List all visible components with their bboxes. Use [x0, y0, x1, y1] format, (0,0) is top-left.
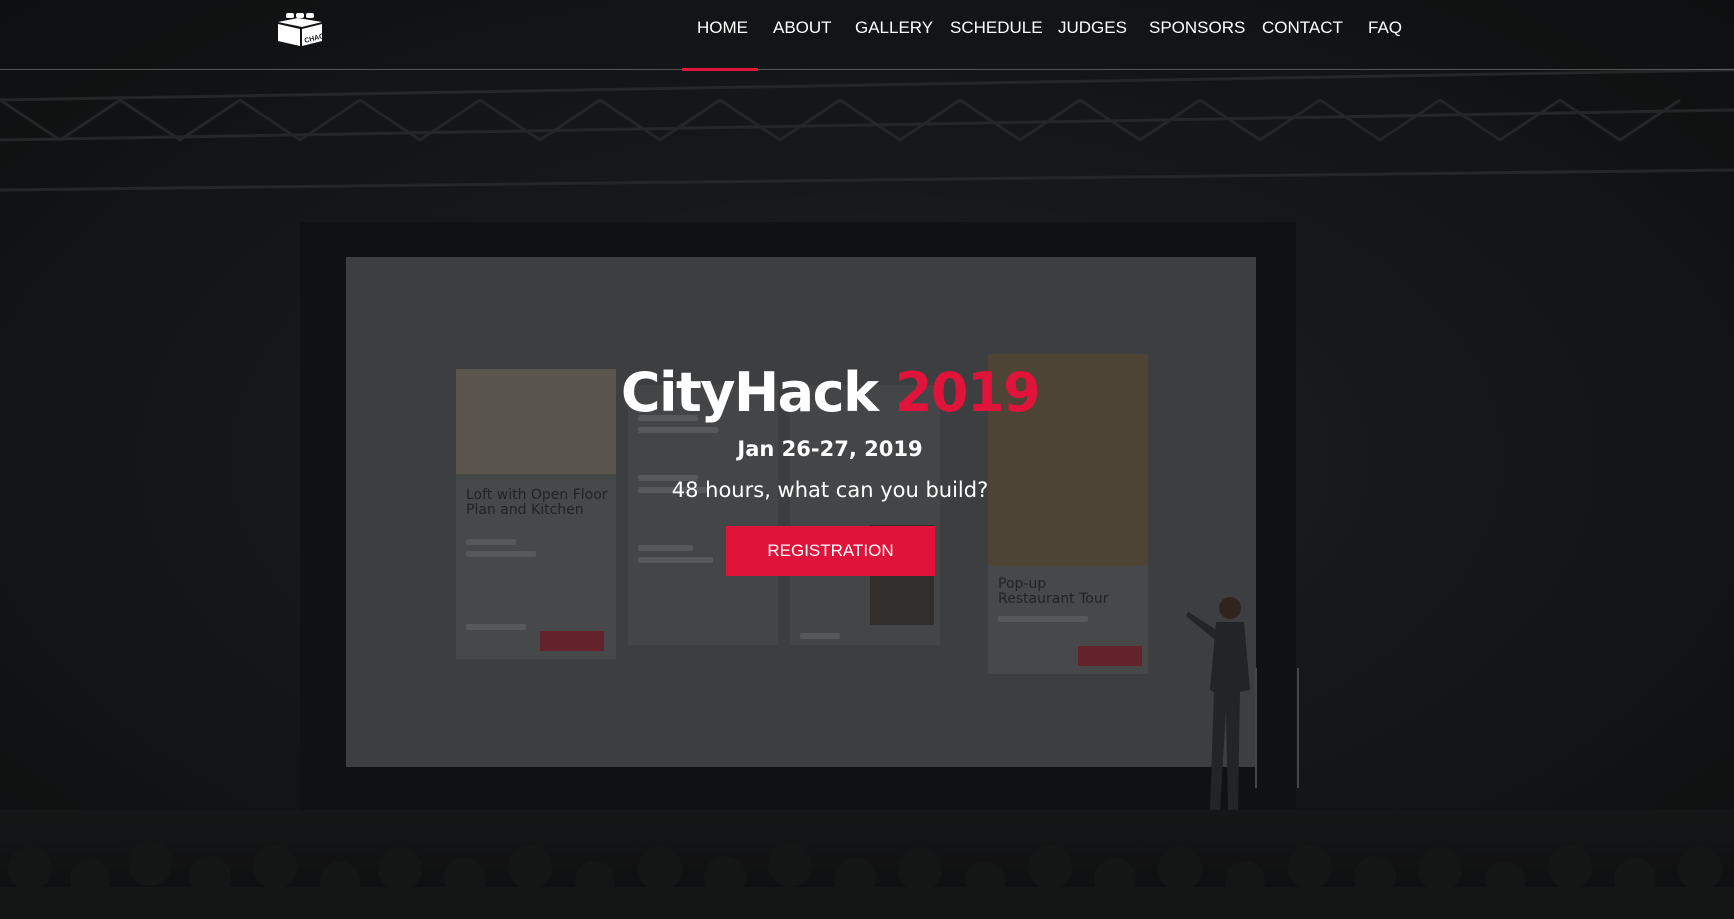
nav-active-indicator	[682, 68, 758, 71]
hero-title-year: 2019	[894, 361, 1041, 424]
hero-title-brand: CityHack	[620, 361, 879, 424]
nav-item-schedule[interactable]: SCHEDULE	[950, 18, 1043, 38]
nav-item-contact[interactable]: CONTACT	[1262, 18, 1343, 38]
nav-item-faq[interactable]: FAQ	[1368, 18, 1402, 38]
hero-title: CityHack 2019	[0, 358, 1660, 428]
registration-button[interactable]: REGISTRATION	[726, 526, 935, 576]
site-header: CHACK HOME ABOUT GALLERY SCHEDULE JUDGES…	[0, 0, 1734, 71]
nav-item-sponsors[interactable]: SPONSORS	[1149, 18, 1245, 38]
event-date: Jan 26-27, 2019	[737, 437, 923, 461]
site-logo[interactable]: CHACK	[276, 10, 330, 48]
nav-item-home[interactable]: HOME	[697, 18, 748, 38]
logo-blocks-icon: CHACK	[278, 13, 330, 46]
nav-item-judges[interactable]: JUDGES	[1058, 18, 1127, 38]
hero-tagline: 48 hours, what can you build?	[671, 478, 989, 502]
nav-item-about[interactable]: ABOUT	[773, 18, 832, 38]
nav-item-gallery[interactable]: GALLERY	[855, 18, 933, 38]
